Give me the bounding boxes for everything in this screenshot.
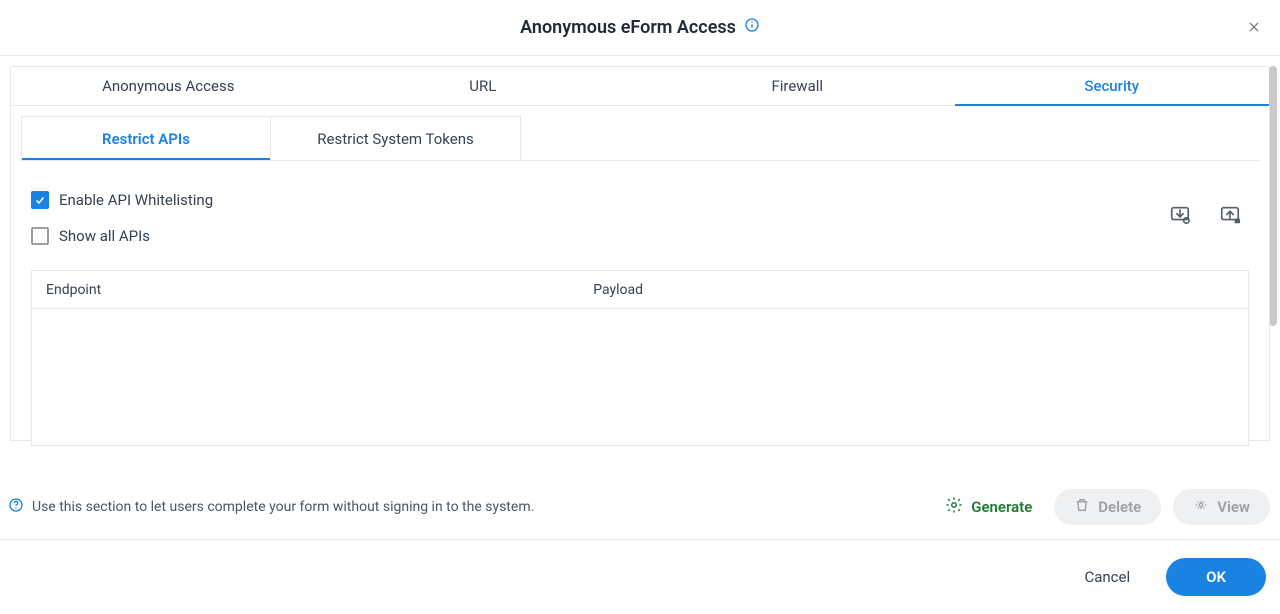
checkbox-enable-whitelisting[interactable] <box>31 191 49 209</box>
import-icon[interactable] <box>1169 204 1191 226</box>
subtab-restrict-apis[interactable]: Restrict APIs <box>21 116 271 160</box>
tab-url[interactable]: URL <box>326 67 641 105</box>
options-group: Enable API Whitelisting Show all APIs <box>21 160 1259 262</box>
view-button[interactable]: View <box>1173 489 1270 525</box>
delete-button[interactable]: Delete <box>1054 489 1161 525</box>
cancel-button[interactable]: Cancel <box>1072 560 1142 594</box>
column-payload: Payload <box>579 271 1248 308</box>
option-label: Enable API Whitelisting <box>59 191 213 209</box>
tab-anonymous-access[interactable]: Anonymous Access <box>11 67 326 105</box>
title-text: Anonymous eForm Access <box>520 17 736 38</box>
view-label: View <box>1217 498 1250 516</box>
table-body-empty <box>32 309 1248 445</box>
checkbox-show-all-apis[interactable] <box>31 227 49 245</box>
help-icon <box>8 497 24 517</box>
tab-security[interactable]: Security <box>955 67 1270 105</box>
hint-text: Use this section to let users complete y… <box>32 499 534 515</box>
eye-icon <box>1193 497 1209 517</box>
delete-label: Delete <box>1098 498 1141 516</box>
dialog-header: Anonymous eForm Access <box>0 0 1280 56</box>
trash-icon <box>1074 497 1090 517</box>
tab-firewall[interactable]: Firewall <box>640 67 955 105</box>
close-button[interactable] <box>1240 14 1268 42</box>
ok-button[interactable]: OK <box>1166 558 1266 596</box>
table-toolbar <box>1169 204 1241 226</box>
gear-icon <box>945 496 963 518</box>
close-icon <box>1247 19 1261 38</box>
action-buttons: Generate Delete View <box>935 489 1270 525</box>
api-table: Endpoint Payload <box>31 270 1249 446</box>
sub-tabs: Restrict APIs Restrict System Tokens <box>21 116 521 160</box>
option-label: Show all APIs <box>59 227 150 245</box>
generate-label: Generate <box>971 498 1032 516</box>
generate-button[interactable]: Generate <box>935 490 1042 524</box>
table-header-row: Endpoint Payload <box>32 271 1248 309</box>
footer-actions-row: Use this section to let users complete y… <box>0 475 1280 540</box>
column-endpoint: Endpoint <box>32 271 579 308</box>
option-show-all-apis: Show all APIs <box>31 218 1249 254</box>
dialog-footer: Cancel OK <box>0 540 1280 614</box>
dialog-anonymous-eform-access: Anonymous eForm Access Anonymous Access … <box>0 0 1280 614</box>
subtab-restrict-tokens[interactable]: Restrict System Tokens <box>271 116 521 160</box>
dialog-body: Anonymous Access URL Firewall Security R… <box>0 56 1280 475</box>
divider <box>21 160 1259 161</box>
main-tabs: Anonymous Access URL Firewall Security <box>10 66 1270 106</box>
hint-row: Use this section to let users complete y… <box>8 497 534 517</box>
security-panel: Restrict APIs Restrict System Tokens Ena… <box>10 106 1270 441</box>
option-enable-whitelisting: Enable API Whitelisting <box>31 182 1249 218</box>
page-title: Anonymous eForm Access <box>520 17 760 38</box>
info-icon[interactable] <box>744 17 760 38</box>
export-icon[interactable] <box>1219 204 1241 226</box>
scrollbar[interactable] <box>1269 66 1277 326</box>
